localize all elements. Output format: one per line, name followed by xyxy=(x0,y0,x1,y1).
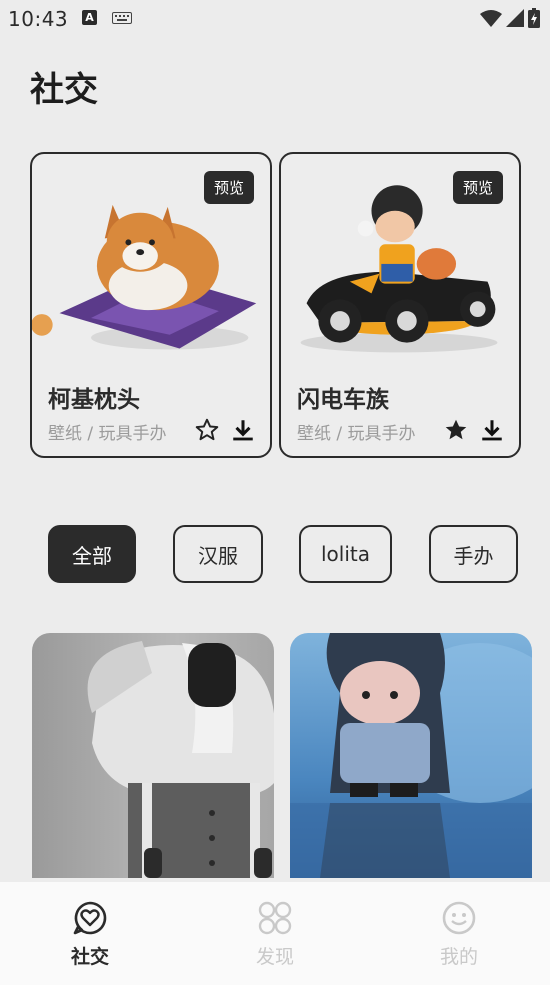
card-title: 闪电车族 xyxy=(297,387,389,413)
nav-item-mine[interactable]: 我的 xyxy=(409,900,509,969)
wifi-icon xyxy=(480,10,502,27)
category-chip-hanfu[interactable]: 汉服 xyxy=(173,525,263,583)
smiley-icon xyxy=(442,901,476,935)
koala-figure-image xyxy=(87,641,274,878)
nav-item-social[interactable]: 社交 xyxy=(40,900,140,969)
download-icon[interactable] xyxy=(479,417,505,443)
card-tags: 壁纸 / 玩具手办 xyxy=(48,424,167,444)
category-chip-figures[interactable]: 手办 xyxy=(429,525,518,583)
category-chip-lolita[interactable]: lolita xyxy=(299,525,392,583)
featured-card-corgi[interactable]: 预览 柯基枕头 壁纸 / 玩具手办 xyxy=(30,152,272,458)
content-tile-koala-figure[interactable] xyxy=(32,633,274,878)
page-title: 社交 xyxy=(30,70,98,110)
featured-card-kart[interactable]: 预览 闪电车族 壁纸 / 玩具手办 xyxy=(279,152,521,458)
nav-label: 发现 xyxy=(255,946,294,968)
category-chip-all[interactable]: 全部 xyxy=(48,525,136,583)
chat-heart-icon xyxy=(73,901,107,935)
nav-label: 我的 xyxy=(439,946,478,968)
preview-badge[interactable]: 预览 xyxy=(203,171,254,204)
girl-figure-image xyxy=(290,633,532,878)
download-icon[interactable] xyxy=(230,417,256,443)
nav-label: 社交 xyxy=(70,946,109,968)
nav-item-discover[interactable]: 发现 xyxy=(225,900,325,969)
grid-circles-icon xyxy=(258,901,292,935)
status-time: 10:43 xyxy=(8,7,69,31)
keyboard-icon xyxy=(112,12,132,24)
star-outline-icon[interactable] xyxy=(194,417,220,443)
preview-badge[interactable]: 预览 xyxy=(452,171,503,204)
card-title: 柯基枕头 xyxy=(48,387,140,413)
star-filled-icon[interactable] xyxy=(443,417,469,443)
status-bar: 10:43 A xyxy=(0,0,550,38)
signal-icon xyxy=(506,9,524,27)
input-method-icon: A xyxy=(82,10,97,25)
battery-icon xyxy=(528,8,540,28)
content-tile-girl-figure[interactable] xyxy=(290,633,532,878)
bottom-nav: 社交 发现 我的 xyxy=(0,882,550,985)
card-tags: 壁纸 / 玩具手办 xyxy=(297,424,416,444)
